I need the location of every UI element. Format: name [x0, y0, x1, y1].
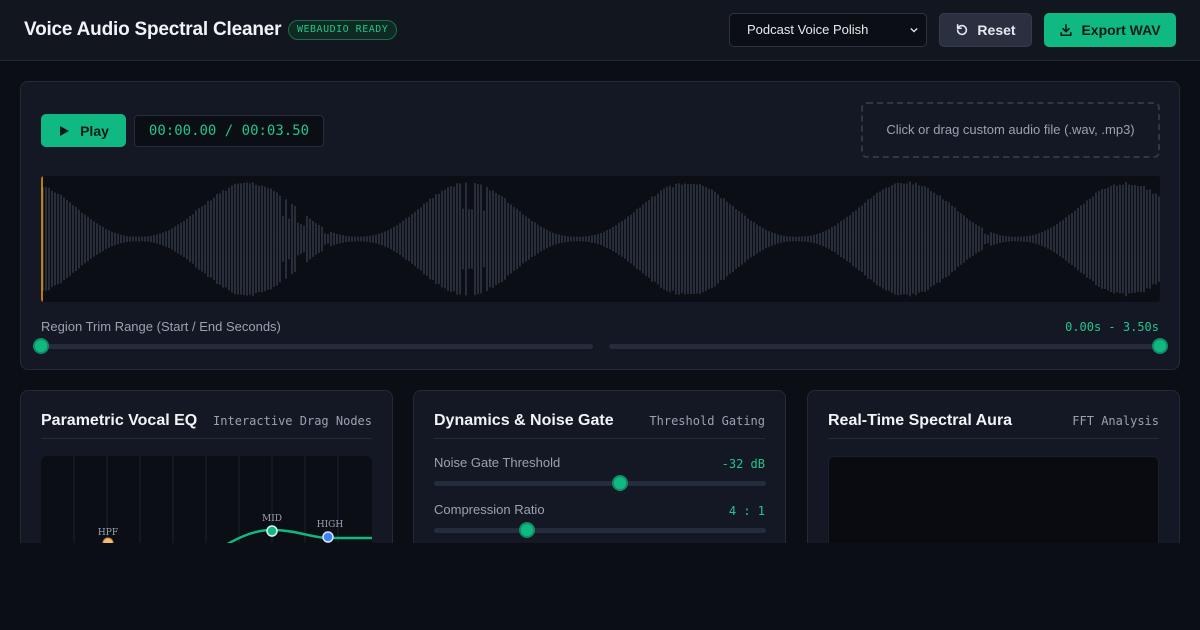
compression-ratio-handle[interactable] — [518, 522, 535, 538]
trim-end-track[interactable] — [609, 344, 1160, 349]
preset-select[interactable]: Podcast Voice Polish — [729, 13, 927, 47]
noise-gate-slider[interactable] — [434, 481, 766, 486]
dynamics-card-tag: Threshold Gating — [649, 414, 765, 428]
play-icon — [60, 125, 70, 136]
export-label: Export WAV — [1081, 22, 1161, 38]
app-header: Voice Audio Spectral Cleaner WEBAUDIO RE… — [0, 0, 1200, 61]
download-icon — [1060, 23, 1073, 37]
noise-gate-handle[interactable] — [611, 475, 628, 491]
trim-start-track[interactable] — [41, 344, 593, 349]
waveform-panel: Play 00:00.00 / 00:03.50 Click or drag c… — [20, 81, 1180, 370]
preset-select-value: Podcast Voice Polish — [747, 22, 869, 37]
waveform-svg — [41, 176, 1160, 302]
eq-node-label: MID — [262, 514, 282, 524]
export-wav-button[interactable]: Export WAV — [1044, 13, 1176, 47]
time-display: 00:00.00 / 00:03.50 — [134, 115, 324, 147]
divider — [828, 438, 1159, 439]
reset-button[interactable]: Reset — [939, 13, 1032, 47]
trim-end-handle[interactable] — [1152, 338, 1168, 354]
waveform-bars — [42, 181, 1160, 297]
compression-ratio-value: 4 : 1 — [728, 504, 765, 518]
dynamics-card-title: Dynamics & Noise Gate — [434, 412, 614, 429]
spectral-card-tag: FFT Analysis — [1072, 414, 1159, 428]
play-label: Play — [80, 122, 109, 139]
trim-range-value: 0.00s - 3.50s — [1065, 320, 1159, 334]
noise-gate-value: -32 dB — [721, 457, 765, 471]
waveform-view[interactable] — [41, 176, 1160, 302]
compression-ratio-label: Compression Ratio — [434, 502, 545, 517]
eq-card-title: Parametric Vocal EQ — [41, 412, 198, 429]
compression-ratio-slider[interactable] — [434, 528, 766, 533]
eq-node-mid[interactable] — [266, 525, 278, 537]
reset-label: Reset — [977, 22, 1016, 38]
play-button[interactable]: Play — [41, 114, 126, 147]
trim-start-handle[interactable] — [33, 338, 49, 354]
divider — [434, 438, 765, 439]
status-badge: WEBAUDIO READY — [288, 20, 398, 40]
page-background — [0, 543, 1200, 630]
audio-file-dropzone[interactable]: Click or drag custom audio file (.wav, .… — [861, 102, 1160, 158]
eq-node-high[interactable] — [322, 531, 334, 543]
reset-icon — [957, 23, 968, 36]
eq-node-label: HIGH — [317, 520, 344, 530]
divider — [41, 438, 372, 439]
eq-node-label: HPF — [98, 528, 118, 538]
trim-range-label: Region Trim Range (Start / End Seconds) — [41, 319, 281, 334]
spectral-card-title: Real-Time Spectral Aura — [828, 412, 1013, 429]
eq-card-tag: Interactive Drag Nodes — [213, 414, 372, 428]
chevron-down-icon — [910, 27, 918, 33]
noise-gate-label: Noise Gate Threshold — [434, 455, 561, 470]
app-title: Voice Audio Spectral Cleaner — [24, 19, 282, 40]
